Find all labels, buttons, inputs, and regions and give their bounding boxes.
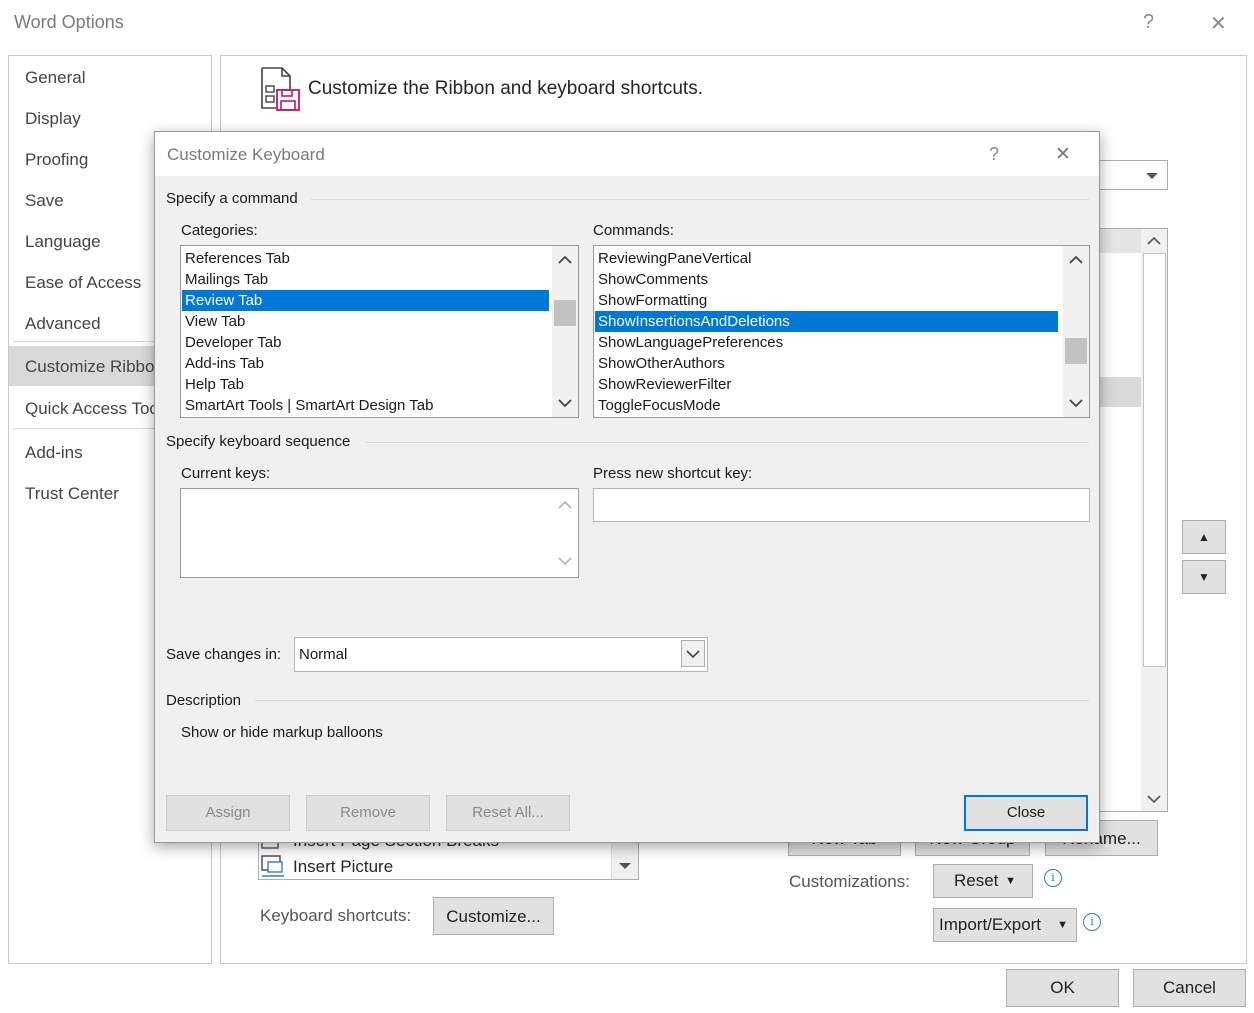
ribbon-tree-edge: [1098, 228, 1168, 812]
categories-label: Categories:: [181, 222, 258, 239]
save-changes-select[interactable]: Normal: [294, 637, 708, 672]
commands-label: Commands:: [593, 222, 674, 239]
import-export-button[interactable]: Import/Export ▼: [933, 908, 1077, 942]
description-text: Show or hide markup balloons: [181, 724, 383, 741]
nav-item-add-ins[interactable]: Add-ins: [25, 443, 83, 463]
page-heading: Customize the Ribbon and keyboard shortc…: [308, 78, 703, 99]
nav-item-advanced[interactable]: Advanced: [25, 314, 101, 334]
cancel-button[interactable]: Cancel: [1133, 969, 1246, 1007]
categories-listbox[interactable]: References Tab Mailings Tab Review Tab V…: [180, 245, 579, 418]
save-changes-label: Save changes in:: [166, 646, 282, 663]
dialog-title: Customize Keyboard: [167, 145, 325, 164]
customize-ribbon-icon: [258, 66, 300, 112]
description-label: Description: [166, 692, 242, 709]
category-item-selected[interactable]: Review Tab: [182, 290, 549, 311]
list-item[interactable]: Insert Picture: [293, 857, 393, 877]
window-title: Word Options: [14, 12, 124, 32]
keyboard-shortcuts-label: Keyboard shortcuts:: [260, 906, 412, 925]
customize-keyboard-dialog: Customize Keyboard ? ✕ Specify a command…: [154, 131, 1100, 843]
group-divider: [365, 442, 1089, 443]
current-keys-label: Current keys:: [181, 465, 271, 482]
tabs-dropdown-edge[interactable]: [1098, 160, 1168, 190]
command-item[interactable]: ShowFormatting: [598, 290, 707, 311]
nav-item-ease-of-access[interactable]: Ease of Access: [25, 273, 141, 293]
keyboard-sequence-label: Specify keyboard sequence: [166, 433, 351, 450]
nav-item-display[interactable]: Display: [25, 109, 81, 129]
scroll-down-icon[interactable]: [552, 393, 578, 413]
nav-item-customize-ribbon: Customize Ribbon: [25, 357, 164, 376]
scroll-down-icon[interactable]: [1063, 393, 1089, 413]
category-item[interactable]: View Tab: [185, 311, 245, 332]
customize-button[interactable]: Customize...: [433, 897, 554, 935]
reset-dropdown-button[interactable]: Reset ▼: [933, 864, 1033, 898]
group-divider: [311, 199, 1089, 200]
picture-icon: [260, 854, 286, 878]
nav-item-save[interactable]: Save: [25, 191, 64, 211]
current-keys-listbox[interactable]: [180, 488, 579, 578]
nav-item-language[interactable]: Language: [25, 232, 101, 252]
scroll-up-icon[interactable]: [1063, 250, 1089, 270]
help-icon[interactable]: ?: [1143, 11, 1154, 34]
category-item[interactable]: Add-ins Tab: [185, 353, 264, 374]
close-button[interactable]: Close: [964, 795, 1088, 831]
dropdown-arrow-icon: ▼: [1057, 919, 1068, 931]
info-icon[interactable]: i: [1044, 869, 1062, 887]
categories-scrollbar[interactable]: [552, 246, 578, 417]
command-item[interactable]: ShowOtherAuthors: [598, 353, 725, 374]
commands-scrollbar[interactable]: [1063, 246, 1089, 417]
command-item-selected[interactable]: ShowInsertionsAndDeletions: [595, 311, 1058, 332]
dropdown-arrow-icon: ▼: [1005, 875, 1016, 887]
remove-button[interactable]: Remove: [306, 795, 430, 831]
scroll-up-icon[interactable]: [552, 495, 578, 515]
reset-all-button[interactable]: Reset All...: [446, 795, 570, 831]
dialog-help-icon[interactable]: ?: [989, 144, 999, 165]
press-new-shortcut-label: Press new shortcut key:: [593, 465, 753, 482]
scroll-down-icon[interactable]: [552, 551, 578, 571]
info-icon[interactable]: i: [1083, 913, 1101, 931]
category-item[interactable]: Mailings Tab: [185, 269, 268, 290]
assign-button[interactable]: Assign: [166, 795, 290, 831]
move-down-button[interactable]: ▼: [1182, 560, 1226, 594]
command-item[interactable]: ToggleFocusMode: [598, 395, 721, 416]
import-export-label: Import/Export: [939, 915, 1042, 934]
move-up-button[interactable]: ▲: [1182, 520, 1226, 554]
save-changes-value: Normal: [299, 646, 348, 663]
dialog-close-icon[interactable]: ✕: [1055, 143, 1071, 166]
scroll-thumb[interactable]: [554, 300, 576, 326]
nav-item-general[interactable]: General: [25, 68, 85, 88]
category-item[interactable]: Help Tab: [185, 374, 244, 395]
group-divider: [255, 700, 1089, 701]
chevron-down-icon[interactable]: [681, 640, 705, 667]
command-item[interactable]: ReviewingPaneVertical: [598, 248, 751, 269]
command-item[interactable]: ShowReviewerFilter: [598, 374, 731, 395]
dialog-titlebar: Customize Keyboard ? ✕: [155, 132, 1099, 176]
close-icon[interactable]: ✕: [1210, 11, 1227, 36]
command-item[interactable]: ShowComments: [598, 269, 708, 290]
nav-item-proofing[interactable]: Proofing: [25, 150, 88, 170]
commands-listbox[interactable]: ReviewingPaneVertical ShowComments ShowF…: [593, 245, 1090, 418]
reset-label: Reset: [954, 871, 999, 890]
command-item[interactable]: ShowLanguagePreferences: [598, 332, 783, 353]
category-item[interactable]: Developer Tab: [185, 332, 281, 353]
category-item[interactable]: SmartArt Tools | SmartArt Design Tab: [185, 395, 433, 416]
ok-button[interactable]: OK: [1006, 969, 1119, 1007]
category-item[interactable]: References Tab: [185, 248, 290, 269]
scroll-up-icon[interactable]: [552, 250, 578, 270]
specify-command-label: Specify a command: [166, 190, 298, 207]
tree-scrollbar[interactable]: [1141, 229, 1167, 811]
customizations-label: Customizations:: [789, 872, 910, 891]
nav-item-trust-center[interactable]: Trust Center: [25, 484, 119, 504]
new-shortcut-input[interactable]: [593, 488, 1090, 522]
customize-label: Customize...: [446, 907, 541, 926]
scroll-thumb[interactable]: [1065, 338, 1087, 364]
